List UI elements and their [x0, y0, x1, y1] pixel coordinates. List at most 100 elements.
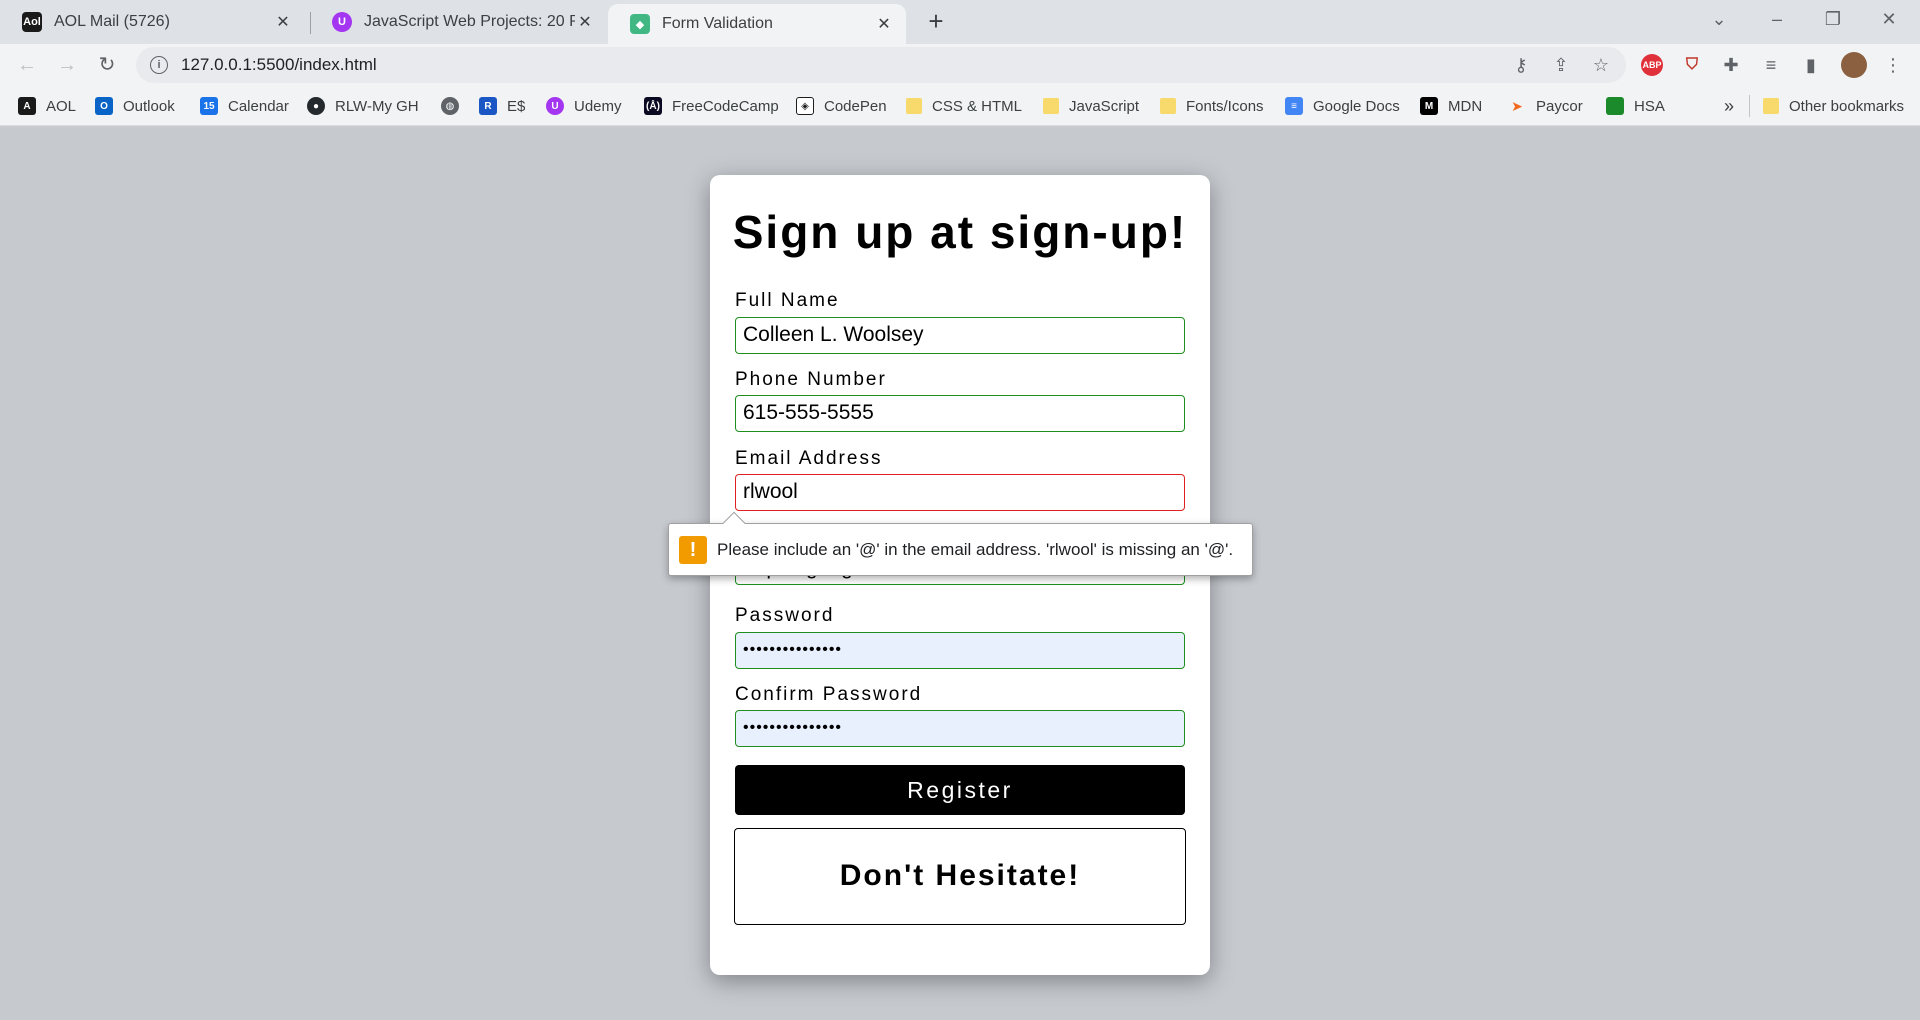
address-bar[interactable]: i 127.0.0.1:5500/index.html	[136, 47, 1626, 83]
bookmark-label: Paycor	[1536, 97, 1583, 115]
forward-arrow-icon[interactable]: →	[53, 51, 81, 79]
bookmark-e-dollar[interactable]: R E$	[479, 95, 525, 117]
bookmark-globe[interactable]: ◍	[441, 95, 469, 117]
bookmark-udemy[interactable]: U Udemy	[546, 95, 622, 117]
bookmark-aol[interactable]: A AOL	[18, 95, 76, 117]
browser-toolbar: ← → ↻ i 127.0.0.1:5500/index.html ⚷ ⇪ ☆ …	[0, 44, 1920, 86]
bookmark-label: MDN	[1448, 97, 1483, 115]
bookmark-calendar[interactable]: 15 Calendar	[200, 95, 289, 117]
folder-icon	[1763, 98, 1779, 114]
puzzle-icon[interactable]: ✚	[1719, 53, 1743, 77]
minimize-button[interactable]: –	[1755, 4, 1799, 34]
tab-javascript-projects[interactable]: U JavaScript Web Projects: 20 Proje ✕	[310, 2, 607, 42]
bookmark-label: Fonts/Icons	[1186, 97, 1264, 115]
full-name-input[interactable]: Colleen L. Woolsey	[735, 317, 1185, 354]
tab-form-validation[interactable]: ◆ Form Validation ✕	[608, 4, 906, 44]
bookmark-label: CSS & HTML	[932, 97, 1023, 115]
close-window-button[interactable]: ✕	[1867, 4, 1911, 34]
password-label: Password	[735, 605, 835, 626]
page-title: Sign up at sign-up!	[732, 206, 1188, 258]
validation-message: Please include an '@' in the email addre…	[717, 539, 1234, 559]
status-message: Don't Hesitate!	[734, 828, 1186, 925]
calendar-icon: 15	[200, 97, 218, 115]
bookmark-label: HSA	[1634, 97, 1665, 115]
r-icon: R	[479, 97, 497, 115]
tab-strip: Aol AOL Mail (5726) ✕ U JavaScript Web P…	[0, 0, 1920, 44]
sidepanel-icon[interactable]: ▮	[1799, 53, 1823, 77]
adblock-icon[interactable]: ABP	[1641, 54, 1663, 76]
tab-title: JavaScript Web Projects: 20 Proje	[364, 13, 575, 30]
bookmarks-divider	[1749, 95, 1750, 117]
bookmark-label: Other bookmarks	[1789, 97, 1905, 115]
confirm-password-label: Confirm Password	[735, 684, 923, 705]
tab-title: AOL Mail (5726)	[54, 13, 170, 30]
globe-icon: ◍	[441, 97, 459, 115]
password-input[interactable]: •••••••••••••••	[735, 632, 1185, 669]
bookmark-label: Calendar	[228, 97, 289, 115]
bookmark-fonts-icons[interactable]: Fonts/Icons	[1160, 95, 1264, 117]
close-icon[interactable]: ✕	[575, 12, 595, 32]
outlook-icon: O	[95, 97, 113, 115]
bookmarks-overflow-button[interactable]: »	[1724, 95, 1734, 117]
star-icon[interactable]: ☆	[1589, 53, 1613, 77]
close-icon[interactable]: ✕	[273, 12, 293, 32]
bookmark-hsa[interactable]: HSA	[1606, 95, 1665, 117]
bookmark-paycor[interactable]: ➤ Paycor	[1508, 95, 1583, 117]
udemy-icon: U	[332, 12, 352, 32]
password-key-icon[interactable]: ⚷	[1509, 53, 1533, 77]
freecodecamp-icon: (Å)	[644, 97, 662, 115]
bookmark-label: CodePen	[824, 97, 887, 115]
docs-icon: ≡	[1285, 97, 1303, 115]
tab-aol-mail[interactable]: Aol AOL Mail (5726) ✕	[0, 2, 305, 42]
folder-icon	[1160, 98, 1176, 114]
playlist-icon[interactable]: ≡	[1759, 53, 1783, 77]
folder-icon	[1043, 98, 1059, 114]
bookmark-label: Outlook	[123, 97, 175, 115]
bookmark-outlook[interactable]: O Outlook	[95, 95, 175, 117]
ublock-icon[interactable]: ⛉	[1681, 54, 1703, 76]
folder-icon	[906, 98, 922, 114]
restore-button[interactable]: ❐	[1811, 4, 1855, 34]
bookmark-github[interactable]: ● RLW-My GH	[307, 95, 419, 117]
bookmark-label: Google Docs	[1313, 97, 1400, 115]
share-icon[interactable]: ⇪	[1549, 53, 1573, 77]
hsa-icon	[1606, 97, 1624, 115]
bookmark-label: E$	[507, 97, 526, 115]
email-input[interactable]: rlwool	[735, 474, 1185, 511]
profile-icon[interactable]	[1841, 52, 1867, 78]
bookmark-google-docs[interactable]: ≡ Google Docs	[1285, 95, 1400, 117]
bookmark-label: RLW-My GH	[335, 97, 419, 115]
bookmark-css-html[interactable]: CSS & HTML	[906, 95, 1022, 117]
new-tab-button[interactable]: +	[922, 8, 950, 36]
close-icon[interactable]: ✕	[874, 14, 894, 34]
mdn-icon: M	[1420, 97, 1438, 115]
github-icon: ●	[307, 97, 325, 115]
bookmark-label: AOL	[46, 97, 77, 115]
warning-icon: !	[679, 535, 707, 564]
site-info-icon[interactable]: i	[150, 56, 168, 74]
validation-tooltip: ! Please include an '@' in the email add…	[668, 511, 1253, 576]
email-label: Email Address	[735, 448, 883, 469]
phone-input[interactable]: 615-555-5555	[735, 395, 1185, 432]
codepen-icon: ◈	[796, 97, 814, 115]
udemy-icon: U	[546, 97, 564, 115]
full-name-label: Full Name	[735, 290, 840, 311]
bookmark-javascript[interactable]: JavaScript	[1043, 95, 1139, 117]
back-arrow-icon[interactable]: ←	[13, 51, 41, 79]
reload-icon[interactable]: ↻	[93, 51, 121, 79]
bookmark-freecodecamp[interactable]: (Å) FreeCodeCamp	[644, 95, 779, 117]
code-icon: ◆	[630, 14, 650, 34]
aol-icon: Aol	[22, 12, 42, 32]
bookmark-label: FreeCodeCamp	[672, 97, 779, 115]
bookmark-codepen[interactable]: ◈ CodePen	[796, 95, 887, 117]
bookmark-other[interactable]: Other bookmarks	[1763, 95, 1904, 117]
phone-label: Phone Number	[735, 369, 887, 390]
tab-title: Form Validation	[662, 15, 773, 32]
register-button[interactable]: Register	[735, 765, 1185, 815]
menu-icon[interactable]: ⋮	[1881, 53, 1905, 77]
aol-icon: A	[18, 97, 36, 115]
tab-search-button[interactable]: ⌄	[1697, 4, 1741, 34]
url-text[interactable]: 127.0.0.1:5500/index.html	[181, 55, 377, 75]
bookmark-mdn[interactable]: M MDN	[1420, 95, 1482, 117]
confirm-password-input[interactable]: •••••••••••••••	[735, 710, 1185, 747]
